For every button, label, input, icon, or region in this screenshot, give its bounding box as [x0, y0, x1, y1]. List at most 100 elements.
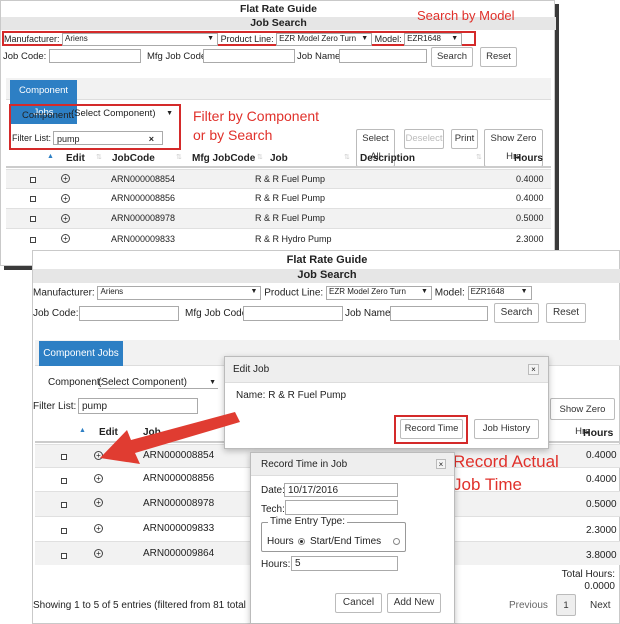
- annotation-record-line2: Job Time: [453, 475, 522, 494]
- row-checkbox[interactable]: [30, 237, 36, 243]
- page-title: Flat Rate Guide: [286, 254, 368, 266]
- filter-list-label: Filter List:: [33, 401, 77, 412]
- filter-list-input[interactable]: pump ×: [53, 131, 163, 145]
- top-window: Flat Rate Guide Job Search Search by Mod…: [0, 0, 556, 266]
- column-job[interactable]: Job: [270, 153, 288, 164]
- cell-jobcode: ARN000009864: [143, 548, 215, 559]
- edit-plus-icon[interactable]: +: [61, 234, 70, 243]
- total-hours-label: Total Hours:: [561, 569, 615, 580]
- row-checkbox[interactable]: [61, 454, 67, 460]
- hours-radio[interactable]: [298, 538, 305, 545]
- column-hours[interactable]: Hours: [514, 153, 543, 164]
- column-description[interactable]: Description: [360, 153, 415, 164]
- manufacturer-select[interactable]: Ariens ▼: [97, 286, 262, 300]
- clear-icon[interactable]: ×: [149, 132, 154, 146]
- close-icon[interactable]: ×: [436, 459, 446, 469]
- job-name-label: Job Name:: [345, 308, 394, 319]
- cancel-button[interactable]: Cancel: [335, 593, 382, 613]
- edit-plus-icon[interactable]: +: [94, 498, 103, 507]
- add-new-button[interactable]: Add New: [387, 593, 441, 613]
- model-select[interactable]: EZR1648 ▼: [467, 286, 532, 300]
- cell-jobcode: ARN000008978: [111, 213, 176, 223]
- start-end-radio[interactable]: [393, 538, 400, 545]
- edit-plus-icon[interactable]: +: [61, 194, 70, 203]
- show-zero-hrs-button[interactable]: Show Zero Hrs: [550, 398, 615, 437]
- table-row[interactable]: + ARN000008854 R & R Fuel Pump 0.4000: [6, 169, 551, 188]
- job-code-input[interactable]: [79, 306, 179, 321]
- total-hours-value: 0.0000: [584, 581, 615, 592]
- manufacturer-label: Manufacturer:: [33, 287, 95, 299]
- sort-asc-icon: ▲: [79, 427, 86, 434]
- job-code-label: Job Code:: [3, 51, 47, 62]
- table-row[interactable]: + ARN000008978 R & R Fuel Pump 0.5000: [6, 208, 551, 228]
- start-end-option-label: Start/End Times: [310, 536, 382, 547]
- edit-plus-icon[interactable]: +: [61, 214, 70, 223]
- cell-hours: 0.4000: [586, 450, 617, 461]
- mfg-job-code-input[interactable]: [203, 49, 295, 63]
- cell-jobcode: ARN000009833: [143, 523, 215, 534]
- table-row[interactable]: + ARN000008856 R & R Fuel Pump 0.4000: [6, 188, 551, 208]
- close-icon[interactable]: ×: [528, 364, 539, 375]
- cell-hours: 0.5000: [516, 213, 544, 223]
- search-button[interactable]: Search: [494, 303, 539, 323]
- job-name-input[interactable]: [339, 49, 427, 63]
- column-hours[interactable]: Hours: [583, 427, 613, 439]
- row-checkbox[interactable]: [61, 528, 67, 534]
- deselect-button[interactable]: Deselect: [404, 129, 444, 149]
- component-select[interactable]: (Select Component) ▼: [98, 377, 218, 389]
- row-checkbox[interactable]: [61, 553, 67, 559]
- edit-plus-icon[interactable]: +: [94, 524, 103, 533]
- row-checkbox[interactable]: [61, 478, 67, 484]
- chevron-down-icon: ▼: [520, 288, 528, 295]
- column-mfg-jobcode[interactable]: Mfg JobCode: [192, 153, 255, 164]
- date-input[interactable]: 10/17/2016: [284, 483, 398, 497]
- hours-input[interactable]: 5: [291, 556, 398, 571]
- model-select[interactable]: EZR1648 ▼: [404, 33, 463, 46]
- sort-icon: ⇅: [476, 154, 482, 161]
- page-subtitle: Job Search: [33, 269, 620, 283]
- reset-button[interactable]: Reset: [480, 47, 517, 67]
- product-line-label: Product Line:: [220, 33, 274, 44]
- job-code-input[interactable]: [49, 49, 141, 63]
- chevron-down-icon: ▼: [207, 35, 215, 42]
- row-checkbox[interactable]: [30, 216, 36, 222]
- record-time-header: Record Time in Job ×: [251, 453, 454, 476]
- product-line-select[interactable]: EZR Model Zero Turn ▼: [325, 286, 432, 300]
- next-button[interactable]: Next: [590, 600, 611, 611]
- annotation-arrow-icon: [100, 412, 240, 464]
- cell-hours: 2.3000: [586, 525, 617, 536]
- print-button[interactable]: Print: [451, 129, 478, 149]
- column-edit[interactable]: Edit: [66, 153, 85, 164]
- record-time-title: Record Time in Job: [261, 459, 348, 470]
- product-line-select[interactable]: EZR Model Zero Turn ▼: [276, 33, 373, 46]
- date-label: Date:: [261, 485, 285, 496]
- time-entry-fieldset: Time Entry Type: Hours Start/End Times: [261, 516, 406, 552]
- tab-component-jobs[interactable]: Component Jobs: [39, 341, 123, 366]
- reset-button[interactable]: Reset: [546, 303, 586, 323]
- cell-hours: 3.8000: [586, 550, 617, 561]
- record-time-button[interactable]: Record Time: [400, 419, 463, 439]
- search-button[interactable]: Search: [431, 47, 473, 67]
- row-checkbox[interactable]: [61, 502, 67, 508]
- row-checkbox[interactable]: [30, 177, 36, 183]
- job-history-button[interactable]: Job History: [474, 419, 539, 439]
- table-row[interactable]: + ARN000009833 R & R Hydro Pump 2.3000: [6, 228, 551, 248]
- mfg-job-code-input[interactable]: [243, 306, 343, 321]
- edit-plus-icon[interactable]: +: [61, 174, 70, 183]
- cell-hours: 0.5000: [586, 499, 617, 510]
- manufacturer-select[interactable]: Ariens ▼: [62, 33, 219, 46]
- page-1-button[interactable]: 1: [556, 594, 576, 616]
- edit-plus-icon[interactable]: +: [94, 549, 103, 558]
- component-label: Component:: [22, 110, 74, 121]
- row-checkbox[interactable]: [30, 196, 36, 202]
- table-header: ▲ Edit ⇅ JobCode ⇅ Mfg JobCode ⇅ Job ⇅ D…: [6, 150, 551, 168]
- cell-hours: 0.4000: [516, 174, 544, 184]
- column-jobcode[interactable]: JobCode: [112, 153, 155, 164]
- record-time-dialog: Record Time in Job × Date: 10/17/2016 Te…: [250, 452, 455, 624]
- edit-plus-icon[interactable]: +: [94, 474, 103, 483]
- previous-button[interactable]: Previous: [509, 600, 548, 611]
- chevron-down-icon: ▼: [451, 35, 459, 42]
- job-name-input[interactable]: [390, 306, 488, 321]
- component-select[interactable]: (Select Component) ▼: [71, 108, 175, 121]
- tech-input[interactable]: [285, 500, 398, 515]
